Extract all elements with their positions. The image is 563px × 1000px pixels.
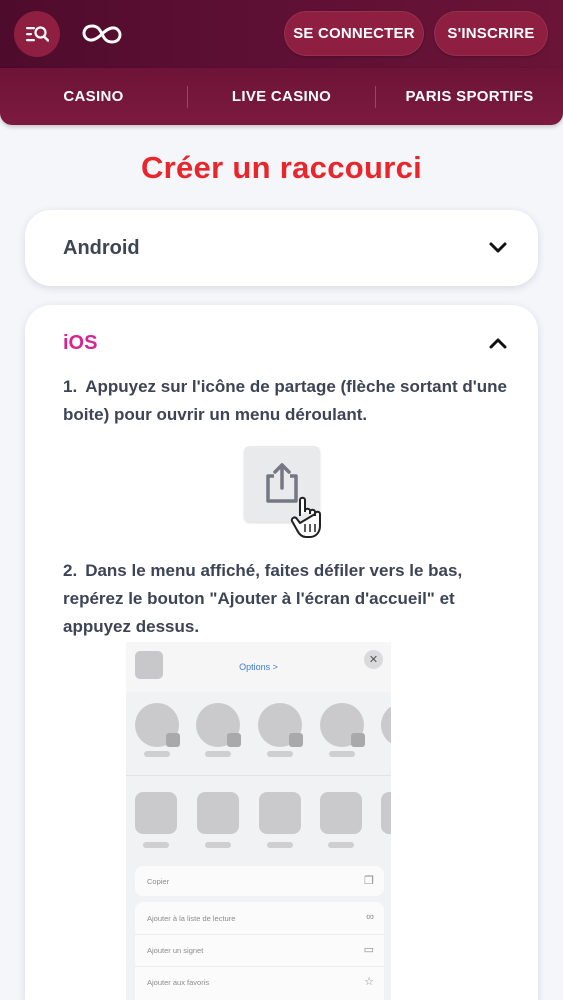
glasses-icon: ∞ bbox=[366, 911, 374, 923]
nav-item-casino[interactable]: CASINO bbox=[0, 68, 187, 125]
book-icon: ▭ bbox=[363, 944, 374, 956]
app-label bbox=[328, 842, 354, 848]
contact-avatar bbox=[381, 703, 391, 747]
app-icon bbox=[320, 792, 362, 834]
app-icon bbox=[259, 792, 301, 834]
close-icon: ✕ bbox=[364, 650, 383, 669]
login-button[interactable]: SE CONNECTER bbox=[284, 11, 424, 56]
android-title: Android bbox=[63, 236, 140, 259]
menu-divider bbox=[135, 966, 384, 967]
share-button-illustration bbox=[244, 446, 321, 538]
app-icon bbox=[197, 792, 239, 834]
infinity-logo-icon[interactable] bbox=[78, 20, 126, 48]
page-title: Créer un raccourci bbox=[140, 150, 423, 185]
app-icon bbox=[135, 792, 177, 834]
menu-search-button[interactable] bbox=[14, 11, 60, 57]
share-sheet-header: Options > ✕ bbox=[126, 642, 391, 692]
main-nav: CASINO LIVE CASINO PARIS SPORTIFS bbox=[0, 68, 563, 125]
contact-label bbox=[267, 751, 293, 757]
contact-app-badge bbox=[227, 733, 241, 747]
step-number: 2. bbox=[63, 561, 78, 580]
app-label bbox=[267, 842, 293, 848]
contact-label bbox=[144, 751, 170, 757]
chevron-up-icon bbox=[488, 333, 508, 353]
app-label bbox=[205, 842, 231, 848]
menu-row-bookmark: Ajouter un signet bbox=[147, 946, 204, 955]
app-label bbox=[143, 842, 169, 848]
app-icon bbox=[381, 792, 391, 834]
ios-share-sheet-screenshot: Options > ✕ Copier ❐ Ajouter à la liste … bbox=[126, 642, 391, 1000]
menu-row-favorites: Ajouter aux favoris bbox=[147, 978, 210, 987]
options-link: Options > bbox=[239, 662, 278, 672]
contact-app-badge bbox=[351, 733, 365, 747]
contact-app-badge bbox=[166, 733, 180, 747]
contact-label bbox=[329, 751, 355, 757]
step-text: Appuyez sur l'icône de partage (flèche s… bbox=[63, 377, 508, 424]
menu-row-copy: Copier bbox=[147, 877, 170, 886]
ios-accordion-header[interactable]: iOS bbox=[63, 305, 508, 381]
step-number: 1. bbox=[63, 377, 78, 396]
menu-row-reading-list: Ajouter à la liste de lecture bbox=[147, 914, 236, 923]
step-text: Dans le menu affiché, faites défiler ver… bbox=[63, 561, 463, 636]
top-bar: SE CONNECTER S'INSCRIRE bbox=[0, 0, 563, 68]
copy-icon: ❐ bbox=[364, 875, 374, 887]
star-icon: ☆ bbox=[364, 976, 374, 988]
contact-app-badge bbox=[289, 733, 303, 747]
contact-label bbox=[205, 751, 231, 757]
nav-item-paris-sportifs[interactable]: PARIS SPORTIFS bbox=[376, 68, 563, 125]
ios-step-1: 1. Appuyez sur l'icône de partage (flèche… bbox=[63, 373, 509, 429]
android-accordion: Android bbox=[25, 210, 538, 286]
signup-button[interactable]: S'INSCRIRE bbox=[434, 11, 548, 56]
share-menu-group: Copier ❐ bbox=[135, 866, 384, 896]
ios-step-2: 2. Dans le menu affiché, faites défiler v… bbox=[63, 557, 509, 641]
menu-divider bbox=[135, 934, 384, 935]
chevron-down-icon bbox=[488, 238, 508, 258]
share-menu-group: Ajouter à la liste de lecture ∞ Ajouter … bbox=[135, 902, 384, 1000]
ios-title: iOS bbox=[63, 331, 98, 354]
nav-item-live-casino[interactable]: LIVE CASINO bbox=[188, 68, 375, 125]
section-divider bbox=[126, 775, 391, 776]
menu-search-icon bbox=[26, 26, 49, 42]
android-accordion-header[interactable]: Android bbox=[63, 210, 508, 286]
ios-accordion: iOS 1. Appuyez sur l'icône de partage (fl… bbox=[25, 305, 538, 1000]
hand-pointer-icon bbox=[290, 496, 321, 538]
